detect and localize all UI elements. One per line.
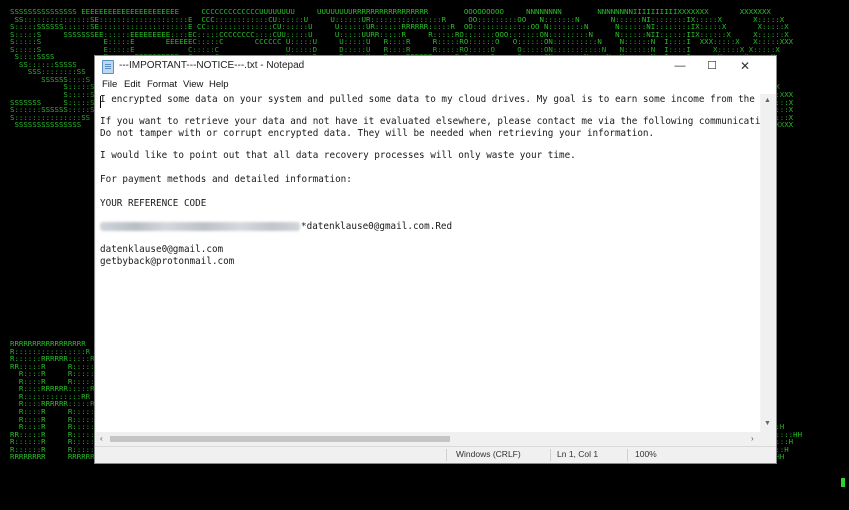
minimize-button[interactable]: — — [665, 56, 695, 77]
close-button[interactable]: ✕ — [730, 56, 760, 77]
window-title: ---IMPORTANT---NOTICE---.txt - Notepad — [119, 60, 305, 71]
menu-edit[interactable]: Edit — [124, 79, 140, 90]
note-line-6: I would like to point out that all data … — [100, 150, 576, 161]
redacted-reference-code — [100, 222, 300, 231]
note-line-1: I encrypted some data on your system and… — [100, 94, 760, 105]
scroll-right-icon[interactable]: › — [751, 434, 754, 443]
reference-suffix: *datenklause0@gmail.com.Red — [301, 221, 453, 232]
reference-code-line: *datenklause0@gmail.com.Red — [100, 221, 452, 232]
menu-help[interactable]: Help — [209, 79, 229, 90]
status-line-ending: Windows (CRLF) — [456, 449, 521, 459]
note-line-8: For payment methods and detailed informa… — [100, 174, 352, 185]
note-line-3: If you want to retrieve your data and no… — [100, 116, 760, 127]
status-separator — [627, 449, 628, 461]
menu-view[interactable]: View — [183, 79, 203, 90]
scroll-down-icon[interactable]: ▼ — [764, 420, 771, 427]
text-editor[interactable]: I encrypted some data on your system and… — [96, 94, 760, 432]
scroll-up-icon[interactable]: ▲ — [764, 97, 771, 104]
maximize-button[interactable]: ☐ — [697, 56, 727, 77]
horizontal-scrollbar[interactable]: ‹ › — [96, 432, 761, 446]
status-separator — [446, 449, 447, 461]
reference-code-heading: YOUR REFERENCE CODE — [100, 198, 207, 209]
status-cursor-position: Ln 1, Col 1 — [557, 449, 599, 459]
contact-email-1: datenklause0@gmail.com — [100, 244, 224, 255]
menu-format[interactable]: Format — [147, 79, 177, 90]
status-separator — [550, 449, 551, 461]
console-cursor — [841, 478, 845, 487]
scroll-left-icon[interactable]: ‹ — [100, 434, 103, 443]
status-bar: Windows (CRLF) Ln 1, Col 1 100% — [95, 446, 776, 463]
horizontal-scroll-thumb[interactable] — [110, 436, 450, 442]
note-line-4: Do not tamper with or corrupt encrypted … — [100, 128, 655, 139]
notepad-window: ---IMPORTANT---NOTICE---.txt - Notepad —… — [94, 55, 777, 464]
scrollbar-corner — [761, 432, 775, 446]
menu-bar: File Edit Format View Help — [95, 77, 776, 94]
title-bar[interactable]: ---IMPORTANT---NOTICE---.txt - Notepad —… — [95, 56, 776, 77]
menu-file[interactable]: File — [102, 79, 117, 90]
notepad-icon — [102, 60, 114, 74]
vertical-scrollbar[interactable]: ▲ ▼ — [761, 94, 775, 432]
status-zoom: 100% — [635, 449, 657, 459]
contact-email-2: getbyback@protonmail.com — [100, 256, 235, 267]
